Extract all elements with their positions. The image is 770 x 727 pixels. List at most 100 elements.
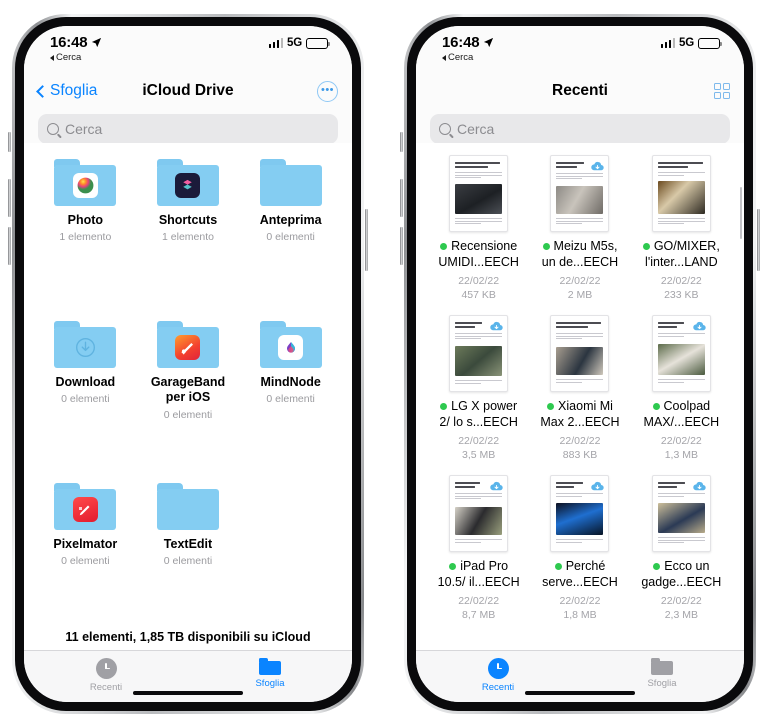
silent-switch[interactable] — [400, 132, 403, 152]
screen-right: 16:48 Cerca 5G Recenti Cerca Recensione … — [416, 26, 744, 702]
volume-down-button[interactable] — [8, 227, 11, 265]
status-right-group: 5G — [268, 35, 330, 49]
list-item[interactable]: iPad Pro 10.5/ il...EECH 22/02/22 8,7 MB — [428, 469, 529, 629]
document-name: Xiaomi Mi Max 2...EECH — [540, 399, 620, 429]
home-indicator[interactable] — [133, 690, 243, 695]
shortcuts-app-icon — [175, 173, 201, 198]
document-thumbnail — [651, 315, 711, 392]
network-type-label: 5G — [679, 37, 694, 49]
search-icon — [47, 123, 59, 135]
cellular-signal-icon — [660, 38, 676, 48]
location-arrow-icon — [92, 37, 102, 48]
screen-left: 16:48 Cerca 5G Sfoglia iCloud Drive ••• … — [24, 26, 352, 702]
power-button[interactable] — [757, 209, 760, 271]
list-item[interactable]: Ecco un gadge...EECH 22/02/22 2,3 MB — [631, 469, 732, 629]
battery-icon — [698, 37, 722, 49]
folder-icon — [259, 159, 322, 206]
list-item[interactable]: GO/MIXER, l'inter...LAND 22/02/22 233 KB — [631, 149, 732, 309]
folder-item-shortcuts[interactable]: Shortcuts 1 elemento — [137, 151, 240, 311]
document-name: Coolpad MAX/...EECH — [643, 399, 720, 429]
back-triangle-icon — [442, 54, 446, 61]
document-size: 3,5 MB — [462, 449, 496, 462]
list-item[interactable]: LG X power 2/ lo s...EECH 22/02/22 3,5 M… — [428, 309, 529, 469]
status-badge — [542, 243, 550, 251]
photos-app-icon — [72, 173, 98, 198]
status-back-app[interactable]: Cerca — [50, 53, 81, 63]
document-thumbnail — [449, 475, 509, 552]
document-thumbnail — [550, 155, 610, 232]
folder-item-garageband[interactable]: GarageBand per iOS 0 elementi — [137, 313, 240, 473]
folder-icon — [259, 321, 322, 368]
folder-count: 0 elementi — [266, 393, 315, 406]
garageband-app-icon — [175, 335, 201, 360]
list-item[interactable]: Recensione UMIDI...EECH 22/02/22 457 KB — [428, 149, 529, 309]
document-size: 2,3 MB — [664, 609, 698, 622]
silent-switch[interactable] — [8, 132, 11, 152]
folder-count: 0 elementi — [61, 393, 110, 406]
document-date: 22/02/22 — [458, 435, 500, 448]
folder-count: 0 elementi — [163, 408, 213, 421]
document-date: 22/02/22 — [660, 435, 702, 448]
document-date: 22/02/22 — [559, 275, 601, 288]
status-badge — [449, 563, 457, 571]
storage-footer: 11 elementi, 1,85 TB disponibili su iClo… — [24, 624, 352, 650]
folder-item-download[interactable]: Download 0 elementi — [34, 313, 137, 473]
folder-name: Photo — [67, 213, 104, 227]
status-time: 16:48 — [442, 34, 480, 51]
document-thumbnail — [651, 475, 711, 552]
folder-item-photo[interactable]: Photo 1 elemento — [34, 151, 137, 311]
ellipsis-circle-icon[interactable]: ••• — [317, 80, 338, 102]
document-date: 22/02/22 — [660, 595, 702, 608]
chevron-left-icon — [36, 84, 49, 98]
search-icon — [439, 123, 451, 135]
folder-list-container[interactable]: Photo 1 elemento Shortcuts 1 elemento An… — [24, 143, 352, 650]
folder-item-textedit[interactable]: TextEdit 0 elementi — [137, 475, 240, 635]
list-item[interactable]: Perché serve...EECH 22/02/22 1,8 MB — [529, 469, 630, 629]
nav-bar-right: Recenti — [416, 70, 744, 112]
document-name: iPad Pro 10.5/ il...EECH — [437, 559, 520, 589]
search-input[interactable]: Cerca — [38, 114, 338, 144]
folder-item-mindnode[interactable]: MindNode 0 elementi — [239, 313, 342, 473]
folder-item-anteprima[interactable]: Anteprima 0 elementi — [239, 151, 342, 311]
status-badge — [642, 243, 650, 251]
page-title: Recenti — [552, 82, 608, 99]
power-button[interactable] — [365, 209, 368, 271]
document-thumbnail — [449, 315, 509, 392]
volume-up-button[interactable] — [8, 179, 11, 217]
folder-item-pixelmator[interactable]: Pixelmator 0 elementi — [34, 475, 137, 635]
folder-icon — [156, 321, 219, 368]
search-input[interactable]: Cerca — [430, 114, 730, 144]
volume-up-button[interactable] — [400, 179, 403, 217]
network-type-label: 5G — [287, 37, 302, 49]
tab-label: Recenti — [481, 682, 515, 693]
status-back-app[interactable]: Cerca — [442, 53, 473, 63]
nav-right-group — [713, 82, 730, 100]
back-button[interactable]: Sfoglia — [36, 82, 97, 100]
folder-icon — [156, 483, 219, 530]
nav-bar-left: Sfoglia iCloud Drive ••• — [24, 70, 352, 112]
status-time: 16:48 — [50, 34, 88, 51]
recents-container[interactable]: Recensione UMIDI...EECH 22/02/22 457 KB — [416, 143, 744, 650]
home-indicator[interactable] — [525, 690, 635, 695]
document-thumbnail — [449, 155, 509, 232]
document-size: 1,3 MB — [664, 449, 698, 462]
volume-down-button[interactable] — [400, 227, 403, 265]
document-date: 22/02/22 — [458, 275, 500, 288]
clock-icon — [487, 658, 509, 679]
grid-view-icon[interactable] — [713, 82, 730, 100]
folder-name: Pixelmator — [53, 537, 118, 551]
document-size: 233 KB — [664, 289, 699, 302]
document-size: 457 KB — [461, 289, 496, 302]
document-name: LG X power 2/ lo s...EECH — [439, 399, 518, 429]
tab-label: Sfoglia — [647, 678, 677, 689]
list-item[interactable]: Xiaomi Mi Max 2...EECH 22/02/22 883 KB — [529, 309, 630, 469]
download-arrow-icon — [75, 338, 95, 357]
list-item[interactable]: Coolpad MAX/...EECH 22/02/22 1,3 MB — [631, 309, 732, 469]
folder-icon — [259, 658, 281, 675]
iphone-right: 16:48 Cerca 5G Recenti Cerca Recensione … — [400, 14, 760, 714]
back-triangle-icon — [50, 54, 54, 61]
list-item[interactable]: Meizu M5s, un de...EECH 22/02/22 2 MB — [529, 149, 630, 309]
scrollbar[interactable] — [739, 187, 742, 239]
folder-count: 0 elementi — [266, 231, 315, 244]
clock-icon — [95, 658, 117, 679]
